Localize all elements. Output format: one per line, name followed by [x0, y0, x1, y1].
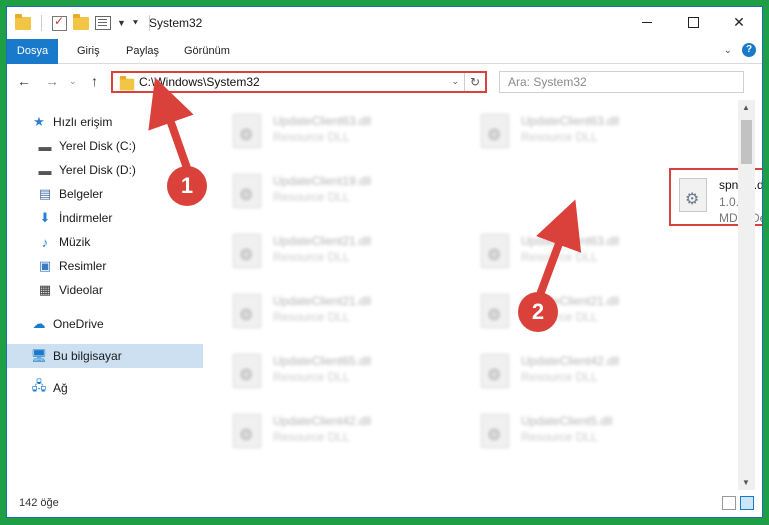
- annotation-arrow-2: [536, 199, 582, 296]
- annotation-arrow-1: [148, 77, 194, 172]
- annotation-arrows: [148, 77, 582, 296]
- annotation-badge-2: 2: [518, 292, 558, 332]
- annotation-badge-1: 1: [167, 166, 207, 206]
